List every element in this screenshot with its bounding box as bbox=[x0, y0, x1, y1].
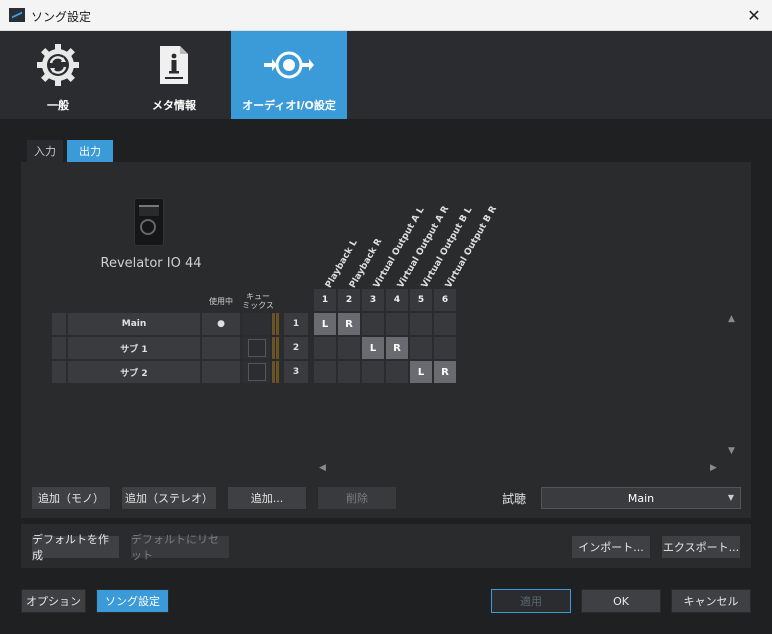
options-button[interactable]: オプション bbox=[21, 589, 86, 613]
column-number: 4 bbox=[386, 289, 408, 311]
level-bar bbox=[272, 337, 275, 359]
add-mono-button[interactable]: 追加（モノ） bbox=[31, 486, 111, 510]
cue-mix-header-line2: ミックス bbox=[242, 301, 274, 310]
matrix-cell[interactable] bbox=[434, 313, 456, 335]
in-use-indicator bbox=[202, 361, 240, 383]
row-handle[interactable] bbox=[52, 361, 66, 383]
audition-select-value: Main bbox=[627, 491, 655, 505]
row-name[interactable]: サブ 1 bbox=[68, 337, 200, 359]
column-number: 5 bbox=[410, 289, 432, 311]
row-number: 2 bbox=[284, 337, 308, 359]
level-bar bbox=[276, 361, 279, 383]
audition-select[interactable]: Main ▼ bbox=[541, 487, 741, 509]
audition-label: 試聴 bbox=[502, 492, 527, 506]
device-name: Revelator IO 44 bbox=[100, 256, 202, 271]
matrix-cell[interactable]: R bbox=[434, 361, 456, 383]
matrix-cell[interactable] bbox=[410, 337, 432, 359]
in-use-indicator bbox=[202, 337, 240, 359]
matrix-cell[interactable]: L bbox=[362, 337, 384, 359]
in-use-indicator: ● bbox=[202, 313, 240, 335]
audio-io-icon bbox=[259, 43, 319, 87]
level-bar bbox=[272, 361, 275, 383]
tab-meta-label: メタ情報 bbox=[152, 99, 196, 112]
matrix-cell[interactable]: R bbox=[386, 337, 408, 359]
matrix-cell[interactable] bbox=[338, 337, 360, 359]
row-name[interactable]: Main bbox=[68, 313, 200, 335]
matrix-cell[interactable]: R bbox=[338, 313, 360, 335]
cue-mix-cell bbox=[243, 313, 270, 335]
row-handle[interactable] bbox=[52, 313, 66, 335]
row-name[interactable]: サブ 2 bbox=[68, 361, 200, 383]
matrix-cell[interactable]: L bbox=[410, 361, 432, 383]
matrix-cell[interactable] bbox=[314, 337, 336, 359]
cue-mix-header-line1: キュー bbox=[246, 292, 270, 301]
title-bar bbox=[0, 0, 772, 31]
app-icon bbox=[9, 8, 25, 22]
device-image bbox=[134, 198, 164, 246]
row-handle[interactable] bbox=[52, 337, 66, 359]
info-document-icon bbox=[144, 43, 204, 87]
row-number: 3 bbox=[284, 361, 308, 383]
tab-general-label: 一般 bbox=[47, 99, 69, 112]
close-button[interactable]: ✕ bbox=[736, 0, 772, 31]
reset-default-button[interactable]: デフォルトにリセット bbox=[130, 533, 230, 562]
cue-mix-cell bbox=[243, 361, 270, 383]
scroll-left-arrow[interactable]: ◀ bbox=[319, 463, 326, 473]
cancel-button[interactable]: キャンセル bbox=[671, 589, 751, 613]
column-number: 3 bbox=[362, 289, 384, 311]
tab-audio-io[interactable]: オーディオI/O設定 bbox=[231, 31, 347, 119]
column-number: 6 bbox=[434, 289, 456, 311]
tab-general[interactable]: 一般 bbox=[0, 31, 116, 119]
make-default-button[interactable]: デフォルトを作成 bbox=[31, 533, 120, 562]
window-title: ソング設定 bbox=[31, 10, 92, 24]
chevron-down-icon: ▼ bbox=[727, 493, 734, 502]
level-bar bbox=[276, 313, 279, 335]
add-stereo-button[interactable]: 追加（ステレオ） bbox=[121, 486, 217, 510]
column-number: 2 bbox=[338, 289, 360, 311]
matrix-cell[interactable] bbox=[338, 361, 360, 383]
delete-button[interactable]: 削除 bbox=[317, 486, 397, 510]
song-settings-button[interactable]: ソング設定 bbox=[96, 589, 169, 613]
in-use-header: 使用中 bbox=[209, 297, 233, 306]
cue-mix-cell bbox=[243, 337, 270, 359]
tab-audio-io-label: オーディオI/O設定 bbox=[242, 99, 336, 112]
level-bar bbox=[272, 313, 275, 335]
matrix-cell[interactable] bbox=[362, 361, 384, 383]
cue-mix-header: キュー ミックス bbox=[240, 292, 276, 310]
matrix-cell[interactable]: L bbox=[314, 313, 336, 335]
matrix-cell[interactable] bbox=[362, 313, 384, 335]
matrix-cell[interactable] bbox=[410, 313, 432, 335]
matrix-cell[interactable] bbox=[386, 313, 408, 335]
import-button[interactable]: インポート... bbox=[571, 535, 651, 559]
scroll-up-arrow[interactable]: ▲ bbox=[728, 314, 735, 324]
level-bar bbox=[276, 337, 279, 359]
tab-output[interactable]: 出力 bbox=[67, 140, 113, 162]
matrix-cell[interactable] bbox=[314, 361, 336, 383]
export-button[interactable]: エクスポート... bbox=[661, 535, 741, 559]
ok-button[interactable]: OK bbox=[581, 589, 661, 613]
row-number: 1 bbox=[284, 313, 308, 335]
apply-button[interactable]: 適用 bbox=[491, 589, 571, 613]
cue-mix-checkbox[interactable] bbox=[247, 339, 266, 357]
tab-meta[interactable]: メタ情報 bbox=[116, 31, 232, 119]
add-button[interactable]: 追加... bbox=[227, 486, 307, 510]
matrix-cell[interactable] bbox=[434, 337, 456, 359]
scroll-right-arrow[interactable]: ▶ bbox=[710, 463, 717, 473]
gear-refresh-icon bbox=[28, 43, 88, 87]
scroll-down-arrow[interactable]: ▼ bbox=[728, 446, 735, 456]
tab-input[interactable]: 入力 bbox=[27, 140, 63, 162]
cue-mix-checkbox[interactable] bbox=[247, 363, 266, 381]
column-number: 1 bbox=[314, 289, 336, 311]
matrix-cell[interactable] bbox=[386, 361, 408, 383]
